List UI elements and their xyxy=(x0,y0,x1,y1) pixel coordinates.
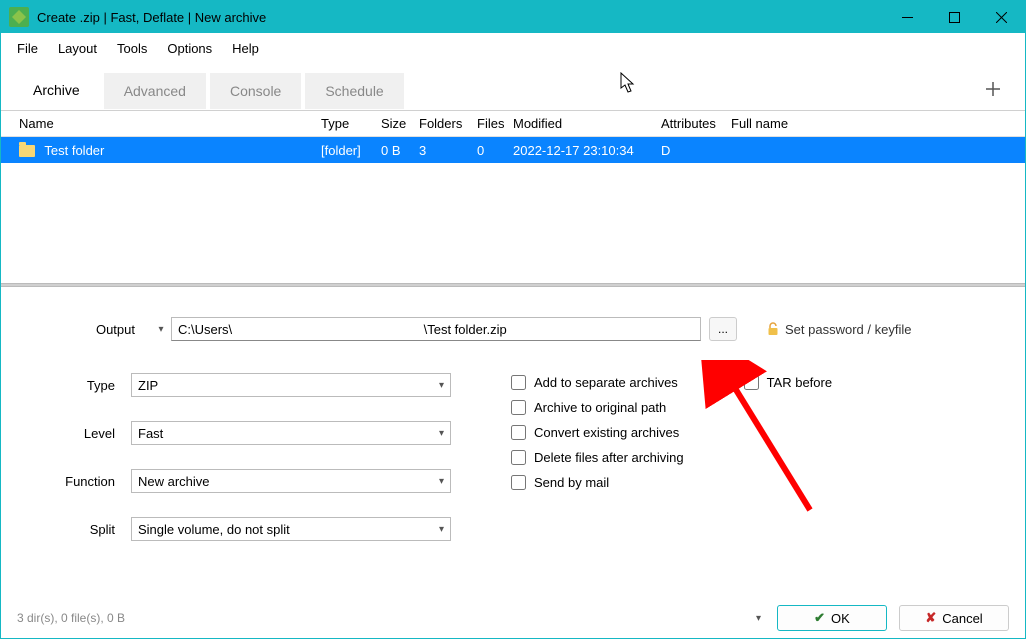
split-label: Split xyxy=(21,522,131,537)
check-original-path-label: Archive to original path xyxy=(534,400,666,415)
output-field[interactable]: C:\Users\ \Test folder.zip xyxy=(171,317,701,341)
type-label: Type xyxy=(21,378,131,393)
chevron-down-icon: ▾ xyxy=(439,524,444,535)
cancel-label: Cancel xyxy=(942,611,982,626)
check-original-path[interactable]: Archive to original path xyxy=(511,400,684,415)
footer: 3 dir(s), 0 file(s), 0 B ▾ ✔ OK ✘ Cancel xyxy=(1,598,1025,638)
form-panel: Output ▾ C:\Users\ \Test folder.zip ... … xyxy=(1,287,1025,598)
check-convert-existing[interactable]: Convert existing archives xyxy=(511,425,684,440)
col-name[interactable]: Name xyxy=(13,112,315,135)
type-select[interactable]: ZIP ▾ xyxy=(131,373,451,397)
output-label: Output xyxy=(21,322,151,337)
level-label: Level xyxy=(21,426,131,441)
tab-console[interactable]: Console xyxy=(210,73,301,109)
minimize-button[interactable] xyxy=(884,1,931,33)
type-value: ZIP xyxy=(138,378,158,393)
tab-schedule[interactable]: Schedule xyxy=(305,73,403,109)
check-delete-after-box[interactable] xyxy=(511,450,526,465)
check-delete-after-label: Delete files after archiving xyxy=(534,450,684,465)
col-files[interactable]: Files xyxy=(471,112,507,135)
check-tar-before-box[interactable] xyxy=(744,375,759,390)
output-value: C:\Users\ \Test folder.zip xyxy=(178,322,507,337)
check-tar-before[interactable]: TAR before xyxy=(744,375,833,390)
title-bar: Create .zip | Fast, Deflate | New archiv… xyxy=(1,1,1025,33)
ok-label: OK xyxy=(831,611,850,626)
chevron-down-icon: ▾ xyxy=(439,476,444,487)
table-row[interactable]: Test folder [folder] 0 B 3 0 2022-12-17 … xyxy=(1,137,1025,163)
cancel-button[interactable]: ✘ Cancel xyxy=(899,605,1009,631)
close-button[interactable] xyxy=(978,1,1025,33)
window-title: Create .zip | Fast, Deflate | New archiv… xyxy=(37,10,884,25)
chevron-down-icon: ▾ xyxy=(439,428,444,439)
menu-tools[interactable]: Tools xyxy=(107,37,157,60)
tab-bar: Archive Advanced Console Schedule xyxy=(1,64,1025,111)
folder-icon xyxy=(19,145,35,157)
app-icon xyxy=(9,7,29,27)
menu-options[interactable]: Options xyxy=(157,37,222,60)
cell-name: Test folder xyxy=(13,139,315,162)
check-convert-existing-box[interactable] xyxy=(511,425,526,440)
check-tar-before-label: TAR before xyxy=(767,375,833,390)
set-password-text: Set password / keyfile xyxy=(785,322,911,337)
function-value: New archive xyxy=(138,474,210,489)
check-send-mail-label: Send by mail xyxy=(534,475,609,490)
cell-files: 0 xyxy=(471,139,507,162)
check-separate-archives-box[interactable] xyxy=(511,375,526,390)
menu-bar: File Layout Tools Options Help xyxy=(1,33,1025,64)
add-button[interactable] xyxy=(973,74,1013,109)
menu-file[interactable]: File xyxy=(7,37,48,60)
check-icon: ✔ xyxy=(814,610,825,626)
chevron-down-icon: ▾ xyxy=(439,380,444,391)
set-password-link[interactable]: Set password / keyfile xyxy=(767,322,911,337)
col-attributes[interactable]: Attributes xyxy=(655,112,725,135)
col-fullname[interactable]: Full name xyxy=(725,112,1025,135)
tab-advanced[interactable]: Advanced xyxy=(104,73,206,109)
tab-archive[interactable]: Archive xyxy=(13,72,100,110)
check-send-mail-box[interactable] xyxy=(511,475,526,490)
menu-layout[interactable]: Layout xyxy=(48,37,107,60)
check-send-mail[interactable]: Send by mail xyxy=(511,475,684,490)
footer-options-toggle[interactable]: ▾ xyxy=(752,609,765,628)
x-icon: ✘ xyxy=(925,610,936,626)
browse-button[interactable]: ... xyxy=(709,317,737,341)
split-select[interactable]: Single volume, do not split ▾ xyxy=(131,517,451,541)
check-separate-archives[interactable]: Add to separate archives xyxy=(511,375,684,390)
cell-name-text: Test folder xyxy=(44,143,104,158)
cell-attr: D xyxy=(655,139,725,162)
check-delete-after[interactable]: Delete files after archiving xyxy=(511,450,684,465)
col-folders[interactable]: Folders xyxy=(413,112,471,135)
col-type[interactable]: Type xyxy=(315,112,375,135)
col-modified[interactable]: Modified xyxy=(507,112,655,135)
output-history-toggle[interactable]: ▾ xyxy=(151,324,171,335)
function-label: Function xyxy=(21,474,131,489)
cell-size: 0 B xyxy=(375,139,413,162)
cell-type: [folder] xyxy=(315,139,375,162)
split-value: Single volume, do not split xyxy=(138,522,290,537)
lock-icon xyxy=(767,322,779,336)
columns-header[interactable]: Name Type Size Folders Files Modified At… xyxy=(1,111,1025,137)
ok-button[interactable]: ✔ OK xyxy=(777,605,887,631)
cell-full xyxy=(725,146,1025,154)
cell-modified: 2022-12-17 23:10:34 xyxy=(507,139,655,162)
check-convert-existing-label: Convert existing archives xyxy=(534,425,679,440)
status-text: 3 dir(s), 0 file(s), 0 B xyxy=(17,611,125,625)
level-value: Fast xyxy=(138,426,163,441)
menu-help[interactable]: Help xyxy=(222,37,269,60)
col-size[interactable]: Size xyxy=(375,112,413,135)
function-select[interactable]: New archive ▾ xyxy=(131,469,451,493)
cell-folders: 3 xyxy=(413,139,471,162)
check-separate-archives-label: Add to separate archives xyxy=(534,375,678,390)
check-original-path-box[interactable] xyxy=(511,400,526,415)
maximize-button[interactable] xyxy=(931,1,978,33)
level-select[interactable]: Fast ▾ xyxy=(131,421,451,445)
